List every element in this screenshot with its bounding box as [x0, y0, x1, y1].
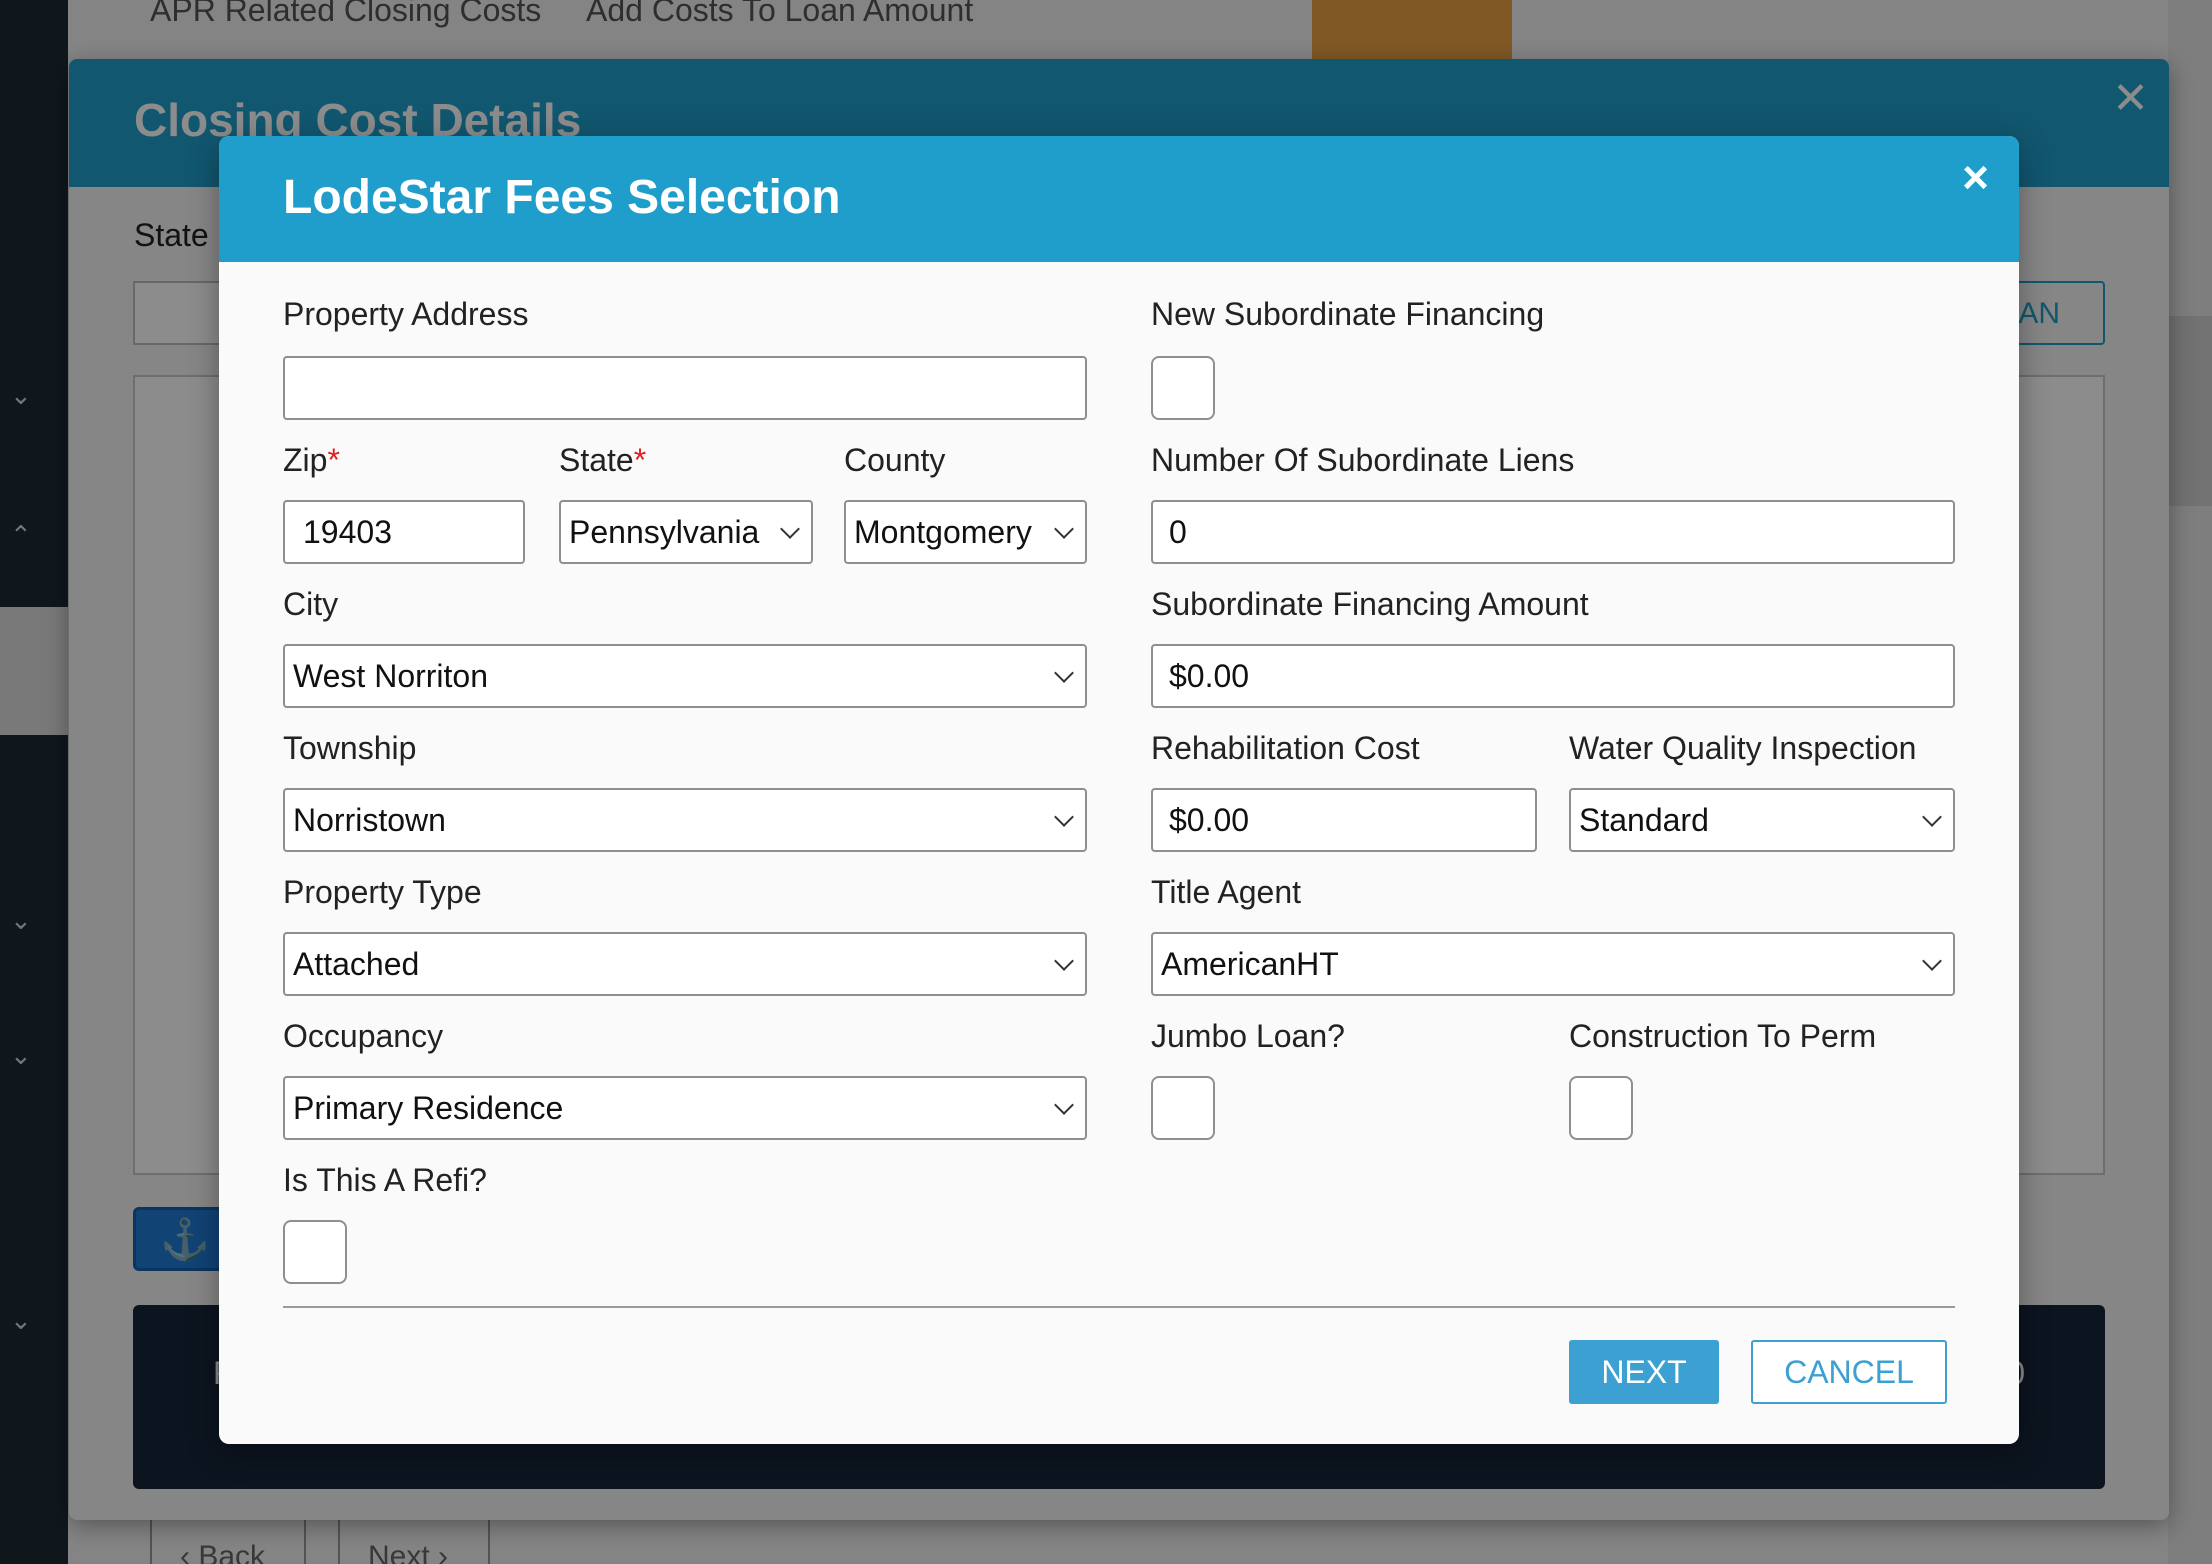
chevron-down-icon — [1922, 807, 1942, 827]
chevron-down-icon — [1054, 663, 1074, 683]
state-select[interactable]: Pennsylvania — [559, 500, 813, 564]
city-select[interactable]: West Norriton — [283, 644, 1087, 708]
jumbo-loan-label: Jumbo Loan? — [1151, 1018, 1345, 1054]
cancel-button[interactable]: CANCEL — [1751, 1340, 1947, 1404]
occupancy-label: Occupancy — [283, 1018, 444, 1054]
water-quality-inspection-label: Water Quality Inspection — [1569, 730, 1917, 766]
title-agent-select[interactable]: AmericanHT — [1151, 932, 1955, 996]
modal-title: LodeStar Fees Selection — [283, 171, 841, 224]
required-marker: * — [633, 442, 647, 478]
construction-to-perm-checkbox[interactable] — [1569, 1076, 1633, 1140]
construction-to-perm-label: Construction To Perm — [1569, 1018, 1877, 1054]
property-type-label: Property Type — [283, 874, 482, 910]
zip-input[interactable]: 19403 — [283, 500, 525, 564]
water-quality-inspection-select-value: Standard — [1579, 801, 1709, 838]
city-label: City — [283, 586, 339, 622]
township-select-value: Norristown — [293, 801, 446, 838]
modal-header: LodeStar Fees Selection × — [219, 136, 2019, 262]
number-of-subordinate-liens-label: Number Of Subordinate Liens — [1151, 442, 1575, 478]
county-select[interactable]: Montgomery — [844, 500, 1087, 564]
property-address-label: Property Address — [283, 296, 529, 332]
occupancy-select-value: Primary Residence — [293, 1089, 564, 1126]
rehabilitation-cost-label: Rehabilitation Cost — [1151, 730, 1420, 766]
title-agent-label: Title Agent — [1151, 874, 1302, 910]
property-type-select-value: Attached — [293, 945, 420, 982]
subordinate-financing-amount-input[interactable]: $0.00 — [1151, 644, 1955, 708]
occupancy-select[interactable]: Primary Residence — [283, 1076, 1087, 1140]
state-label: State* — [559, 442, 647, 478]
is-refi-checkbox[interactable] — [283, 1220, 347, 1284]
zip-label: Zip* — [283, 442, 340, 478]
county-select-value: Montgomery — [854, 513, 1032, 550]
new-subordinate-financing-label: New Subordinate Financing — [1151, 296, 1545, 332]
chevron-down-icon — [1054, 519, 1074, 539]
is-refi-label: Is This A Refi? — [283, 1162, 487, 1198]
township-label: Township — [283, 730, 417, 766]
jumbo-loan-checkbox[interactable] — [1151, 1076, 1215, 1140]
chevron-down-icon — [1054, 951, 1074, 971]
new-subordinate-financing-checkbox[interactable] — [1151, 356, 1215, 420]
lodestar-fees-selection-modal: LodeStar Fees Selection × Property Addre… — [219, 136, 2019, 1444]
chevron-down-icon — [1054, 807, 1074, 827]
title-agent-select-value: AmericanHT — [1161, 945, 1339, 982]
chevron-down-icon — [1054, 1095, 1074, 1115]
property-address-input[interactable] — [283, 356, 1087, 420]
modal-divider — [283, 1306, 1955, 1308]
property-type-select[interactable]: Attached — [283, 932, 1087, 996]
number-of-subordinate-liens-input[interactable]: 0 — [1151, 500, 1955, 564]
close-icon[interactable]: × — [1962, 150, 1989, 204]
county-label: County — [844, 442, 946, 478]
township-select[interactable]: Norristown — [283, 788, 1087, 852]
subordinate-financing-amount-label: Subordinate Financing Amount — [1151, 586, 1589, 622]
next-button[interactable]: NEXT — [1569, 1340, 1719, 1404]
state-select-value: Pennsylvania — [569, 513, 760, 550]
chevron-down-icon — [780, 519, 800, 539]
city-select-value: West Norriton — [293, 657, 489, 694]
rehabilitation-cost-input[interactable]: $0.00 — [1151, 788, 1537, 852]
water-quality-inspection-select[interactable]: Standard — [1569, 788, 1955, 852]
required-marker: * — [327, 442, 340, 478]
chevron-down-icon — [1922, 951, 1942, 971]
